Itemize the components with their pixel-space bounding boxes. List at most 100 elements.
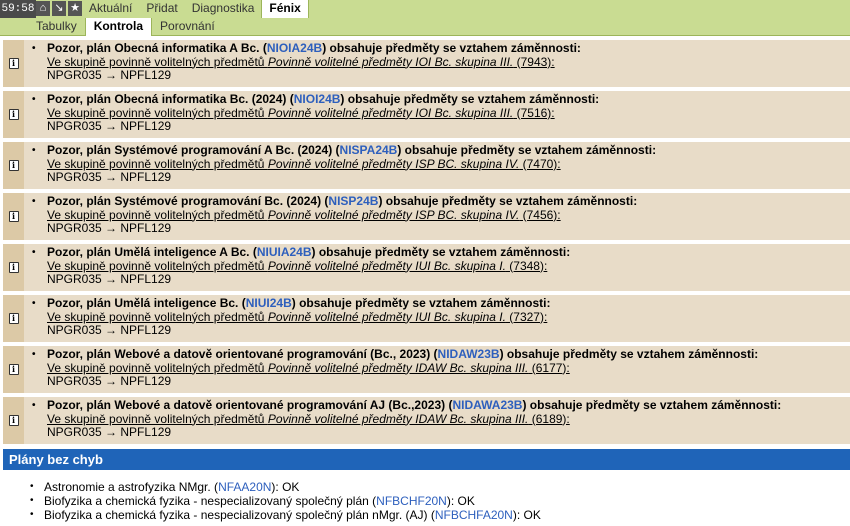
warning-body: • Pozor, plán Obecná informatika A Bc. (N… xyxy=(24,40,850,87)
bullet: • xyxy=(30,509,34,520)
ok-post: ): OK xyxy=(446,494,475,508)
info-icon-cell: i xyxy=(3,244,24,291)
course-pair: NPGR035 → NPFL129 xyxy=(47,221,172,235)
group-pre: Ve skupině povinně volitelných předmětů xyxy=(47,156,268,171)
info-icon: i xyxy=(8,262,19,273)
warning-body: • Pozor, plán Umělá inteligence A Bc. (NI… xyxy=(24,244,850,291)
group-pre: Ve skupině povinně volitelných předmětů xyxy=(47,411,268,426)
top-bar: 59:58 ⌂ ↘ ★ Aktuální Přidat Diagnostika … xyxy=(0,0,850,18)
info-icon-cell: i xyxy=(3,397,24,444)
plan-code-link[interactable]: NIDAWA23B xyxy=(452,398,522,412)
warning-row: i • Pozor, plán Umělá inteligence A Bc. (N… xyxy=(3,244,850,291)
warning-row: i • Pozor, plán Systémové programování Bc.… xyxy=(3,193,850,240)
home-icon[interactable]: ⌂ xyxy=(36,1,50,16)
tab-porovnani[interactable]: Porovnání xyxy=(152,18,223,35)
warning-text: Pozor, plán Umělá inteligence Bc. (NIUI2… xyxy=(47,296,551,311)
ok-post: ): OK xyxy=(512,508,541,522)
bullet: • xyxy=(32,349,36,360)
warning-row: i • Pozor, plán Webové a datově orientovan… xyxy=(3,397,850,444)
plan-code-link[interactable]: NFBCHF20N xyxy=(376,494,447,508)
plan-code-link[interactable]: NFBCHFA20N xyxy=(435,508,513,522)
warning-title: • Pozor, plán Webové a datově orientované… xyxy=(32,398,850,413)
warning-body: • Pozor, plán Obecná informatika Bc. (202… xyxy=(24,91,850,138)
menu-aktualni[interactable]: Aktuální xyxy=(82,0,139,18)
info-icon-cell: i xyxy=(3,295,24,342)
course-pair: NPGR035 → NPFL129 xyxy=(47,272,172,286)
warning-post: ) obsahuje předměty se vztahem záměnnost… xyxy=(340,92,600,106)
warning-post: ) obsahuje předměty se vztahem záměnnost… xyxy=(291,296,551,310)
bullet: • xyxy=(32,43,36,54)
group-name: Povinně volitelné předměty ISP BC. skupi… xyxy=(267,207,520,222)
menu-fenix[interactable]: Fénix xyxy=(261,0,309,18)
plan-code-link[interactable]: NIOI24B xyxy=(294,92,341,106)
bullet: • xyxy=(32,400,36,411)
warning-pre: Pozor, plán Obecná informatika A Bc. ( xyxy=(47,41,267,55)
bullet: • xyxy=(32,145,36,156)
tab-kontrola[interactable]: Kontrola xyxy=(84,18,153,36)
warning-body: • Pozor, plán Webové a datově orientované… xyxy=(24,346,850,393)
warning-row: i • Pozor, plán Systémové programování A B… xyxy=(3,142,850,189)
info-icon: i xyxy=(8,211,19,222)
warning-text: Pozor, plán Systémové programování Bc. (… xyxy=(47,194,637,209)
group-link[interactable]: Ve skupině povinně volitelných předmětů … xyxy=(32,360,850,376)
bullet: • xyxy=(32,94,36,105)
group-num: (7516): xyxy=(513,105,555,120)
group-link[interactable]: Ve skupině povinně volitelných předmětů … xyxy=(32,411,850,427)
group-name: Povinně volitelné předměty ISP BC. skupi… xyxy=(267,156,520,171)
group-name: Povinně volitelné předměty IDAW Bc. skup… xyxy=(267,411,529,426)
course-pair: NPGR035 → NPFL129 xyxy=(47,374,172,388)
warning-post: ) obsahuje předměty se vztahem záměnnost… xyxy=(311,245,571,259)
group-num: (7456): xyxy=(519,207,561,222)
group-pre: Ve skupině povinně volitelných předmětů xyxy=(47,360,268,375)
star-icon[interactable]: ★ xyxy=(68,1,82,16)
plan-code-link[interactable]: NIOIA24B xyxy=(267,41,322,55)
plan-code-link[interactable]: NIUIA24B xyxy=(257,245,312,259)
group-link[interactable]: Ve skupině povinně volitelných předmětů … xyxy=(32,105,850,121)
warning-pre: Pozor, plán Webové a datově orientované … xyxy=(47,347,438,361)
group-num: (7348): xyxy=(505,258,548,273)
warning-title: • Pozor, plán Systémové programování A Bc… xyxy=(32,143,850,158)
info-icon-cell: i xyxy=(3,142,24,189)
ok-plan-item: • Biofyzika a chemická fyzika - nespecial… xyxy=(30,494,845,508)
warning-pre: Pozor, plán Webové a datově orientované … xyxy=(47,398,453,412)
info-icon: i xyxy=(8,160,19,171)
ok-section-title: Plány bez chyb xyxy=(3,449,850,470)
plan-code-link[interactable]: NISPA24B xyxy=(340,143,398,157)
tab-tabulky[interactable]: Tabulky xyxy=(28,18,85,35)
info-icon: i xyxy=(8,415,19,426)
group-link[interactable]: Ve skupině povinně volitelných předmětů … xyxy=(32,207,850,223)
menu-diagnostika[interactable]: Diagnostika xyxy=(185,0,262,18)
warning-pre: Pozor, plán Obecná informatika Bc. (2024… xyxy=(47,92,294,106)
info-icon-cell: i xyxy=(3,346,24,393)
warning-pre: Pozor, plán Systémové programování A Bc.… xyxy=(47,143,340,157)
course-pair: NPGR035 → NPFL129 xyxy=(47,68,172,82)
info-icon: i xyxy=(8,58,19,69)
sub-bar: Tabulky Kontrola Porovnání xyxy=(0,18,850,36)
warning-text: Pozor, plán Obecná informatika A Bc. (NI… xyxy=(47,41,581,56)
ok-plan-text: Biofyzika a chemická fyzika - nespeciali… xyxy=(44,494,475,508)
group-link[interactable]: Ve skupině povinně volitelných předmětů … xyxy=(32,258,850,274)
group-link[interactable]: Ve skupině povinně volitelných předmětů … xyxy=(32,309,850,325)
warning-title: • Pozor, plán Obecná informatika A Bc. (N… xyxy=(32,41,850,56)
group-name: Povinně volitelné předměty IOI Bc. skupi… xyxy=(267,105,514,120)
sub-menu: Tabulky Kontrola Porovnání xyxy=(28,18,223,36)
warning-body: • Pozor, plán Webové a datově orientované… xyxy=(24,397,850,444)
plan-code-link[interactable]: NISP24B xyxy=(328,194,378,208)
menu-pridat[interactable]: Přidat xyxy=(139,0,184,18)
group-num: (7327): xyxy=(505,309,548,324)
arrow-icon[interactable]: ↘ xyxy=(52,1,66,16)
group-link[interactable]: Ve skupině povinně volitelných předmětů … xyxy=(32,156,850,172)
plan-code-link[interactable]: NFAA20N xyxy=(218,480,271,494)
group-num: (6177): xyxy=(528,360,570,375)
warning-body: • Pozor, plán Umělá inteligence Bc. (NIUI… xyxy=(24,295,850,342)
group-pre: Ve skupině povinně volitelných předmětů xyxy=(47,54,268,69)
session-timer: 59:58 xyxy=(0,0,36,18)
course-pair: NPGR035 → NPFL129 xyxy=(47,170,172,184)
plan-code-link[interactable]: NIUI24B xyxy=(246,296,292,310)
info-icon-cell: i xyxy=(3,91,24,138)
warning-text: Pozor, plán Systémové programování A Bc.… xyxy=(47,143,656,158)
plan-code-link[interactable]: NIDAW23B xyxy=(438,347,500,361)
ok-plan-item: • Astronomie a astrofyzika NMgr. (NFAA20N… xyxy=(30,480,845,494)
ok-plan-list: • Astronomie a astrofyzika NMgr. (NFAA20N… xyxy=(30,480,845,522)
group-link[interactable]: Ve skupině povinně volitelných předmětů … xyxy=(32,54,850,70)
